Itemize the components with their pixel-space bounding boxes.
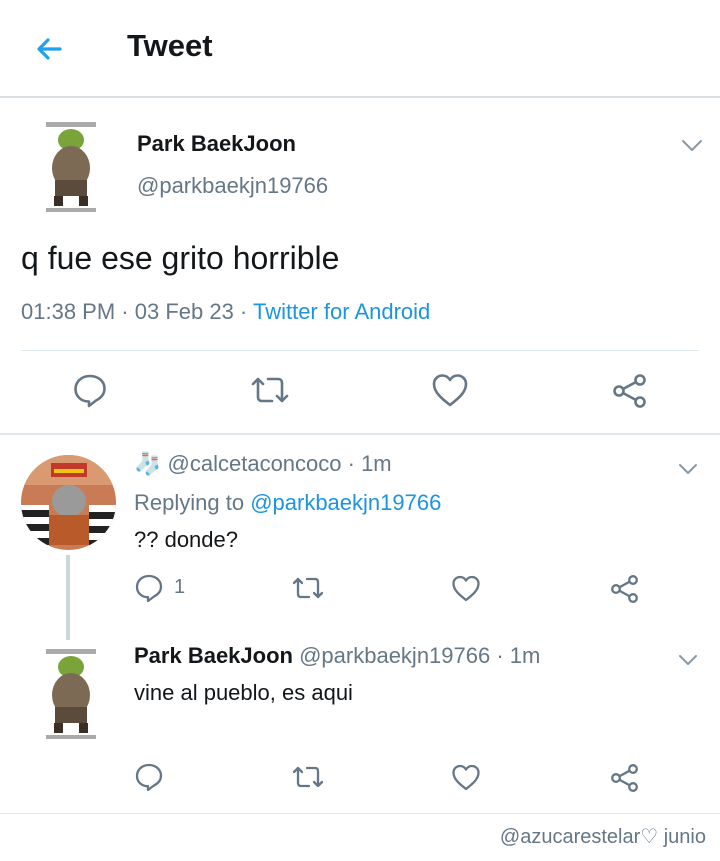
reply-time: · 1m xyxy=(341,451,392,476)
avatar[interactable] xyxy=(21,455,116,550)
reply-icon[interactable] xyxy=(72,372,108,413)
tweet-source-link[interactable]: Twitter for Android xyxy=(253,299,430,324)
share-icon[interactable] xyxy=(612,373,648,414)
like-icon[interactable] xyxy=(431,372,469,413)
page-title: Tweet xyxy=(127,28,213,63)
replying-to-handle[interactable]: @parkbaekjn19766 xyxy=(250,490,441,515)
avatar[interactable] xyxy=(40,645,102,743)
meta-separator: · xyxy=(233,299,253,324)
replying-to: Replying to @parkbaekjn19766 xyxy=(134,490,441,516)
replying-to-label: Replying to xyxy=(134,490,251,515)
divider xyxy=(21,350,699,351)
meta-separator: · xyxy=(115,299,135,324)
retweet-icon[interactable] xyxy=(291,762,325,797)
divider xyxy=(0,433,720,435)
share-icon[interactable] xyxy=(610,763,640,798)
thread-line xyxy=(66,555,70,640)
tweet-time: 01:38 PM xyxy=(21,299,116,324)
sock-icon: 🧦 xyxy=(134,451,162,476)
chevron-down-icon[interactable] xyxy=(680,133,704,157)
tweet-date: 03 Feb 23 xyxy=(134,299,234,324)
reply-time: · 1m xyxy=(490,643,541,668)
author-handle[interactable]: @parkbaekjn19766 xyxy=(299,643,490,668)
share-icon[interactable] xyxy=(610,574,640,609)
top-bar: Tweet xyxy=(0,0,720,98)
like-icon[interactable] xyxy=(451,574,481,607)
chevron-down-icon[interactable] xyxy=(676,648,700,672)
reply-icon[interactable] xyxy=(134,573,164,608)
author-handle[interactable]: @parkbaekjn19766 xyxy=(137,173,328,199)
tweet-text: q fue ese grito horrible xyxy=(21,240,340,276)
reply-count: 1 xyxy=(174,576,186,598)
author-name[interactable]: Park BaekJoon xyxy=(134,643,293,668)
reply-text: ?? donde? xyxy=(134,527,238,552)
reply-text: vine al pueblo, es aqui xyxy=(134,680,353,705)
chevron-down-icon[interactable] xyxy=(676,457,700,481)
watermark: @azucarestelar♡ junio xyxy=(499,826,706,848)
reply-icon[interactable] xyxy=(134,762,164,797)
reply-handle[interactable]: @calcetaconcoco xyxy=(168,451,342,476)
retweet-icon[interactable] xyxy=(291,573,325,608)
divider xyxy=(0,813,720,814)
tweet-meta: 01:38 PM · 03 Feb 23 · Twitter for Andro… xyxy=(21,299,430,325)
back-arrow-icon[interactable] xyxy=(30,30,70,70)
like-icon[interactable] xyxy=(451,763,481,796)
reply-header: 🧦 @calcetaconcoco · 1m xyxy=(134,451,392,477)
reply-header: Park BaekJoon @parkbaekjn19766 · 1m xyxy=(134,643,540,669)
author-name[interactable]: Park BaekJoon xyxy=(137,131,296,157)
retweet-icon[interactable] xyxy=(250,372,290,413)
avatar[interactable] xyxy=(40,118,102,216)
